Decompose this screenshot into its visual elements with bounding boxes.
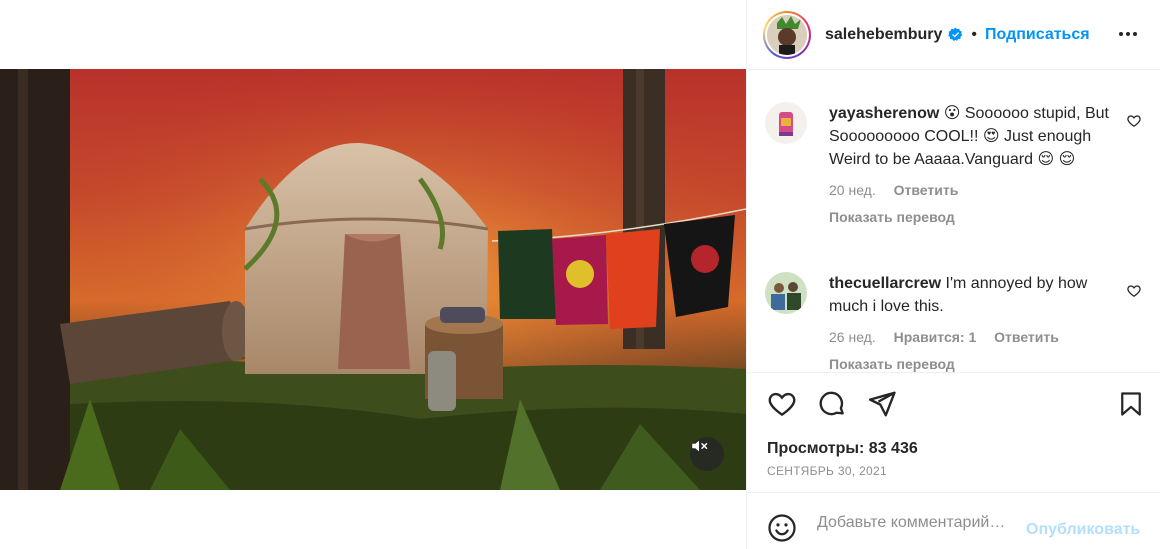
- comment-avatar[interactable]: [765, 272, 807, 314]
- comment-age[interactable]: 26 нед.: [829, 329, 876, 345]
- header-separator: •: [971, 25, 977, 43]
- comment-username[interactable]: thecuellarcrew: [829, 275, 941, 292]
- views-value: 83 436: [868, 440, 918, 457]
- speaker-muted-icon: [692, 440, 708, 452]
- follow-button[interactable]: Подписаться: [985, 26, 1090, 44]
- post-side-panel: salehebembury • Подписаться yayasherenow…: [746, 0, 1160, 549]
- comment-meta: 26 нед. Нравится: 1 Ответить: [829, 326, 1129, 349]
- comment-translate-button[interactable]: Показать перевод: [829, 353, 1129, 372]
- comment-translate-button[interactable]: Показать перевод: [829, 206, 1129, 229]
- comments-list[interactable]: yayasherenow 😮 Soooooo stupid, But Soooo…: [747, 71, 1160, 372]
- heart-icon[interactable]: [767, 389, 797, 419]
- comment-like-heart-icon[interactable]: [1127, 114, 1141, 128]
- publish-button[interactable]: Опубликовать: [1026, 521, 1140, 539]
- verified-badge-icon: [948, 27, 963, 41]
- views-label: Просмотры:: [767, 440, 865, 457]
- comment-reply-button[interactable]: Ответить: [994, 329, 1059, 345]
- comment-username[interactable]: yayasherenow: [829, 105, 939, 122]
- comment-input[interactable]: [817, 511, 1023, 535]
- emoji-icon[interactable]: [767, 513, 797, 543]
- bookmark-icon[interactable]: [1117, 389, 1145, 419]
- author-avatar-image: [767, 14, 807, 55]
- more-horizontal-icon[interactable]: [1116, 22, 1140, 46]
- comment-age[interactable]: 20 нед.: [829, 182, 876, 198]
- comment-avatar[interactable]: [765, 102, 807, 144]
- commenter-avatar-image: [765, 272, 807, 314]
- add-comment-bar: Опубликовать: [747, 492, 1160, 549]
- post-header: salehebembury • Подписаться: [747, 0, 1160, 70]
- video-frame-illustration: [0, 69, 746, 490]
- post-actions-bar: [747, 372, 1160, 432]
- comment-meta: 20 нед. Ответить: [829, 179, 1129, 202]
- mute-toggle-button[interactable]: [690, 437, 724, 471]
- author-avatar[interactable]: [763, 10, 811, 59]
- send-icon[interactable]: [867, 389, 897, 419]
- media-area: [0, 0, 746, 549]
- author-username-link[interactable]: salehebembury: [825, 26, 942, 44]
- post-date[interactable]: СЕНТЯБРЬ 30, 2021: [767, 464, 887, 478]
- comment-reply-button[interactable]: Ответить: [894, 182, 959, 198]
- comment-icon[interactable]: [817, 389, 847, 419]
- comment-like-heart-icon[interactable]: [1127, 284, 1141, 298]
- post-video[interactable]: [0, 69, 746, 490]
- comment-likes-count[interactable]: Нравится: 1: [894, 329, 977, 345]
- views-count[interactable]: Просмотры: 83 436: [767, 440, 918, 458]
- commenter-avatar-image: [765, 102, 807, 144]
- instagram-post-view: salehebembury • Подписаться yayasherenow…: [0, 0, 1160, 549]
